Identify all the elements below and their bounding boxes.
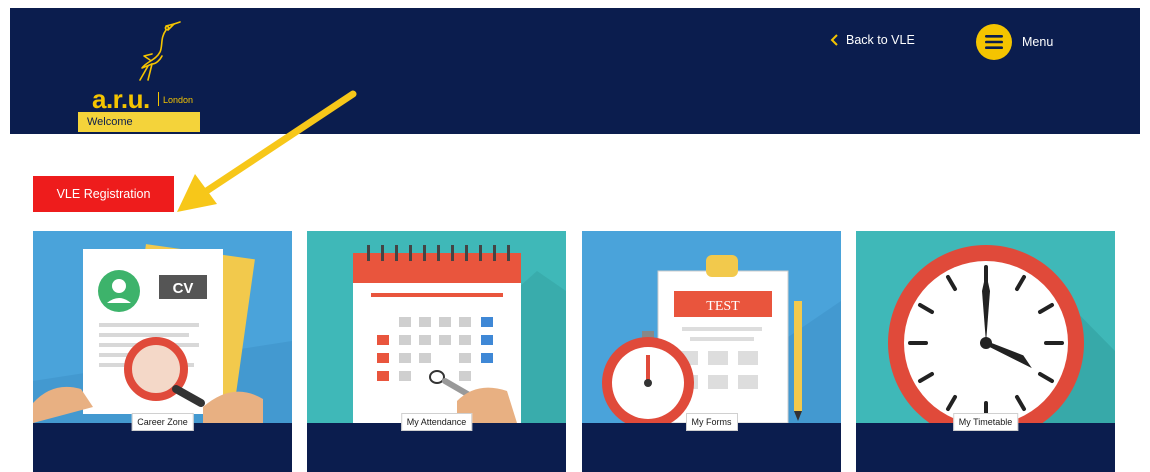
tile-label: Career Zone <box>131 413 194 431</box>
tile-label: My Attendance <box>400 413 473 431</box>
calendar-icon <box>307 231 566 423</box>
welcome-badge: Welcome <box>78 112 200 132</box>
svg-text:CV: CV <box>173 280 194 297</box>
tile-label: My Timetable <box>952 413 1019 431</box>
vle-registration-button[interactable]: VLE Registration <box>33 176 174 212</box>
tile-my-attendance[interactable]: My Attendance <box>307 231 566 472</box>
tile-my-timetable[interactable]: My Timetable <box>856 231 1115 472</box>
hamburger-icon <box>976 24 1012 60</box>
svg-text:TEST: TEST <box>706 299 740 314</box>
back-to-vle-label: Back to VLE <box>846 33 915 47</box>
tile-my-forms[interactable]: TEST My Forms <box>582 231 841 472</box>
menu-button[interactable]: Menu <box>976 24 1053 60</box>
logo-location: London <box>163 95 194 105</box>
cv-magnifier-icon: CV <box>33 231 292 423</box>
chevron-left-icon <box>830 34 838 46</box>
logo-text: a.r.u. <box>92 84 150 114</box>
tile-career-zone[interactable]: CV Career Zone <box>33 231 292 472</box>
clipboard-stopwatch-icon: TEST <box>582 231 841 423</box>
logo-divider <box>158 92 159 106</box>
heron-logo-icon <box>139 21 181 81</box>
back-to-vle-link[interactable]: Back to VLE <box>830 30 915 50</box>
menu-label: Menu <box>1022 35 1054 49</box>
tile-label: My Forms <box>685 413 738 431</box>
clock-icon <box>856 231 1115 423</box>
